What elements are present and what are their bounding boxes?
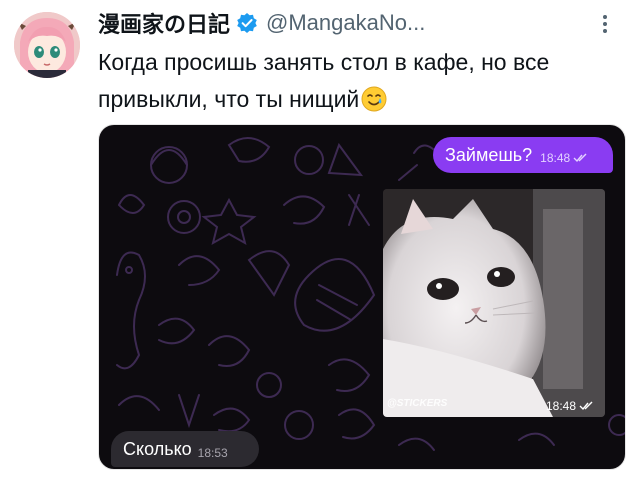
avatar-anime-girl-image bbox=[14, 12, 80, 78]
incoming-message-bubble[interactable]: Сколько 18:53 bbox=[111, 431, 259, 467]
incoming-message-time: 18:53 bbox=[197, 445, 228, 460]
crying-cat-sticker[interactable]: @STICKERS 18:48 bbox=[383, 189, 605, 417]
crying-cat-image bbox=[383, 189, 605, 417]
sticker-time-text: 18:48 bbox=[545, 399, 576, 413]
tweet-media-image[interactable]: Займешь? 18:48 @STICKERS 18:48 Сколько 1… bbox=[98, 124, 626, 470]
verified-badge-icon bbox=[237, 13, 257, 33]
more-options-icon[interactable] bbox=[591, 10, 619, 38]
display-name[interactable]: 漫画家の日記 bbox=[98, 7, 230, 39]
user-handle[interactable]: @MangakaNo... bbox=[266, 10, 425, 36]
read-double-check-icon bbox=[579, 401, 593, 411]
outgoing-message-time: 18:48 bbox=[540, 151, 571, 165]
smiling-face-with-tear-icon bbox=[361, 86, 387, 112]
sticker-timestamp: 18:48 bbox=[546, 399, 593, 413]
tweet-text: Когда просишь занять стол в кафе, но все… bbox=[98, 44, 618, 118]
sticker-watermark: @STICKERS bbox=[387, 398, 448, 409]
outgoing-message-bubble[interactable]: Займешь? 18:48 bbox=[433, 137, 613, 173]
avatar[interactable] bbox=[14, 12, 80, 78]
read-double-check-icon bbox=[573, 153, 587, 163]
tweet-header: 漫画家の日記 @MangakaNo... bbox=[98, 8, 425, 38]
outgoing-message-text: Займешь? bbox=[445, 144, 533, 165]
incoming-message-text: Сколько bbox=[123, 438, 192, 459]
tweet-text-content: Когда просишь занять стол в кафе, но все… bbox=[98, 49, 550, 112]
